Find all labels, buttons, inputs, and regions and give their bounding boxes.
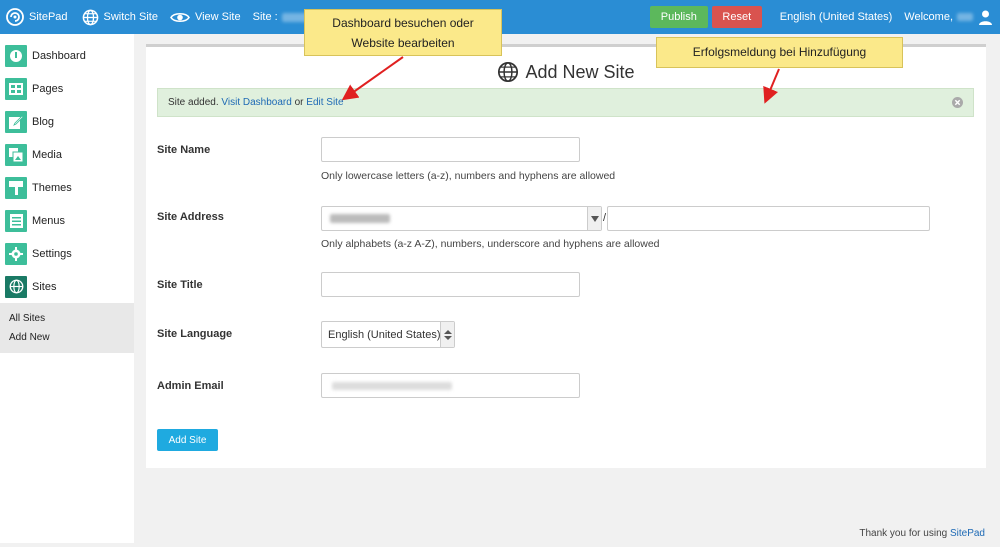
site-path-input[interactable] — [607, 206, 930, 231]
language-selector[interactable]: English (United States) — [780, 11, 893, 23]
blog-icon — [5, 110, 27, 133]
sidebar-item-pages[interactable]: Pages — [0, 72, 134, 105]
chevron-down-icon — [587, 207, 601, 230]
callout-visit-or-edit: Dashboard besuchen oder Website bearbeit… — [304, 9, 502, 56]
notice-prefix: Site added. — [168, 97, 219, 108]
themes-icon — [5, 176, 27, 199]
site-name-input[interactable] — [321, 137, 580, 162]
sidebar-item-label: Menus — [32, 214, 66, 227]
submenu-all-sites[interactable]: All Sites — [0, 309, 134, 328]
site-language-value: English (United States) — [328, 328, 441, 341]
sidebar-item-blog[interactable]: Blog — [0, 105, 134, 138]
sidebar-item-themes[interactable]: Themes — [0, 171, 134, 204]
eye-icon — [170, 11, 190, 24]
sidebar-item-label: Blog — [32, 115, 55, 128]
sites-submenu: All Sites Add New — [0, 303, 134, 353]
email-redacted — [332, 381, 452, 390]
footer: Thank you for using SitePad — [859, 528, 985, 539]
user-icon — [979, 10, 992, 25]
site-title-input[interactable] — [321, 272, 580, 297]
footer-text: Thank you for using — [859, 528, 948, 539]
callout-line-1: Dashboard besuchen oder — [332, 16, 474, 30]
globe-icon — [497, 61, 519, 83]
switch-site-link[interactable]: Switch Site — [82, 9, 158, 26]
site-address-help: Only alphabets (a-z A-Z), numbers, under… — [321, 238, 660, 250]
notice-middle: or — [294, 97, 304, 108]
sidebar-item-label: Themes — [32, 181, 72, 194]
media-icon — [5, 143, 27, 166]
sidebar-item-label: Dashboard — [32, 49, 86, 62]
reset-button[interactable]: Reset — [711, 6, 762, 28]
sidebar-item-label: Sites — [32, 280, 57, 293]
address-separator: / — [603, 212, 607, 224]
sidebar-item-sites[interactable]: Sites — [0, 270, 134, 303]
visit-dashboard-link[interactable]: Visit Dashboard — [221, 97, 291, 108]
settings-icon — [5, 242, 27, 265]
username-redacted — [957, 13, 973, 21]
callout-line-2: Website bearbeiten — [351, 36, 455, 50]
site-language-label: Site Language — [157, 328, 233, 340]
site-domain-select[interactable] — [321, 206, 602, 231]
welcome-label: Welcome, — [904, 11, 953, 23]
sidebar-item-label: Media — [32, 148, 62, 161]
menus-icon — [5, 209, 27, 232]
sidebar-item-label: Pages — [32, 82, 64, 95]
submenu-add-new[interactable]: Add New — [0, 328, 134, 347]
success-notice: Site added. Visit Dashboard or Edit Site — [157, 88, 974, 117]
sidebar-item-label: Settings — [32, 247, 72, 260]
site-title-label: Site Title — [157, 279, 203, 291]
close-icon[interactable] — [952, 97, 963, 111]
sidebar-item-media[interactable]: Media — [0, 138, 134, 171]
main-panel: Add New Site Site added. Visit Dashboard… — [146, 44, 986, 468]
admin-email-label: Admin Email — [157, 380, 224, 392]
sidebar-item-settings[interactable]: Settings — [0, 237, 134, 270]
admin-email-input[interactable] — [321, 373, 580, 398]
globe-icon — [5, 275, 27, 298]
logo-label: SitePad — [29, 11, 68, 23]
publish-button[interactable]: Publish — [649, 6, 708, 28]
globe-icon — [82, 9, 99, 26]
sitepad-logo[interactable]: SitePad — [6, 8, 68, 26]
dashboard-icon — [5, 44, 27, 67]
pages-icon — [5, 77, 27, 100]
page-title-text: Add New Site — [525, 61, 635, 82]
sitepad-logo-icon — [6, 8, 24, 26]
sidebar-item-menus[interactable]: Menus — [0, 204, 134, 237]
chevron-down-icon — [440, 322, 454, 347]
footer-sitepad-link[interactable]: SitePad — [950, 528, 985, 539]
view-site-label: View Site — [194, 11, 241, 23]
site-name-help: Only lowercase letters (a-z), numbers an… — [321, 170, 616, 182]
view-site-link[interactable]: View Site — [170, 11, 241, 24]
switch-site-label: Switch Site — [103, 11, 158, 23]
add-site-button[interactable]: Add Site — [157, 429, 218, 451]
site-name-label: Site Name — [157, 144, 211, 156]
site-label: Site : — [252, 11, 278, 23]
sidebar-item-dashboard[interactable]: Dashboard — [0, 39, 134, 72]
domain-redacted — [330, 214, 390, 223]
site-language-select[interactable]: English (United States) — [321, 321, 455, 348]
edit-site-link[interactable]: Edit Site — [306, 97, 343, 108]
sidebar: Dashboard Pages Blog Media Themes Menus — [0, 34, 134, 543]
callout-success-message: Erfolgsmeldung bei Hinzufügung — [656, 37, 903, 68]
welcome-user[interactable]: Welcome, — [904, 10, 1000, 25]
site-address-label: Site Address — [157, 211, 224, 223]
